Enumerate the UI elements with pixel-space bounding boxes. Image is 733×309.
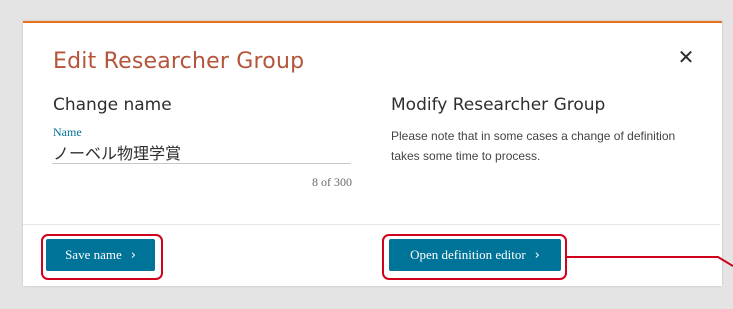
modify-group-heading: Modify Researcher Group xyxy=(391,95,606,115)
character-counter: 8 of 300 xyxy=(312,175,352,189)
close-icon[interactable]: ✕ xyxy=(676,47,696,67)
save-name-label: Save name xyxy=(65,247,122,262)
open-definition-editor-button[interactable]: Open definition editor › xyxy=(389,239,561,271)
dialog-title: Edit Researcher Group xyxy=(53,49,305,74)
chevron-right-icon: › xyxy=(130,247,136,263)
edit-researcher-group-dialog: Edit Researcher Group ✕ Change name Name… xyxy=(23,21,722,286)
name-field-label: Name xyxy=(53,125,82,139)
chevron-right-icon: › xyxy=(534,247,540,263)
name-input[interactable] xyxy=(52,140,351,164)
change-name-heading: Change name xyxy=(53,95,172,115)
definition-note: Please note that in some cases a change … xyxy=(391,129,676,163)
save-name-button[interactable]: Save name › xyxy=(46,239,155,271)
open-definition-editor-label: Open definition editor xyxy=(410,247,526,262)
footer-divider xyxy=(23,224,720,225)
